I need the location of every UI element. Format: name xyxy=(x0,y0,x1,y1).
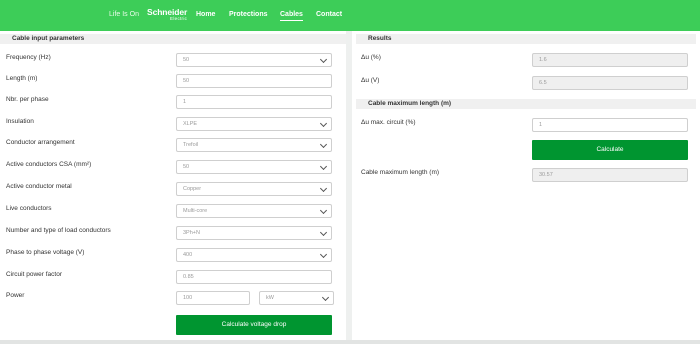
power-factor-label: Circuit power factor xyxy=(6,271,62,278)
nav-contact[interactable]: Contact xyxy=(316,11,342,18)
du-volts-output: 6.5 xyxy=(532,76,688,90)
frequency-value: 50 xyxy=(183,57,190,63)
du-percent-output: 1.6 xyxy=(532,53,688,67)
power-value: 100 xyxy=(183,295,193,301)
frequency-select[interactable]: 50 xyxy=(176,53,332,67)
conductor-arrangement-label: Conductor arrangement xyxy=(6,139,75,146)
chevron-down-icon xyxy=(319,55,328,64)
calculate-button[interactable]: Calculate xyxy=(532,140,688,160)
max-length-heading: Cable maximum length (m) xyxy=(356,99,696,109)
du-max-value: 1 xyxy=(539,122,543,128)
page-bottom-strip xyxy=(0,340,700,344)
schneider-logo[interactable]: Schneider Electric xyxy=(147,8,187,21)
frequency-label: Frequency (Hz) xyxy=(6,54,51,61)
power-factor-value: 0.85 xyxy=(183,274,194,280)
chevron-down-icon xyxy=(321,293,330,302)
power-factor-input[interactable]: 0.85 xyxy=(176,270,332,284)
du-max-label: Δu max. circuit (%) xyxy=(361,119,416,126)
csa-select[interactable]: 50 xyxy=(176,160,332,174)
insulation-value: XLPE xyxy=(183,121,198,127)
top-navigation-bar: Life Is On Schneider Electric Home Prote… xyxy=(0,0,700,31)
cable-max-length-label: Cable maximum length (m) xyxy=(361,169,440,176)
nav-home[interactable]: Home xyxy=(196,11,215,18)
nav-protections[interactable]: Protections xyxy=(229,11,268,18)
cable-input-panel: Cable input parameters Frequency (Hz) 50… xyxy=(0,31,346,340)
du-volts-value: 6.5 xyxy=(539,80,547,86)
power-label: Power xyxy=(6,292,25,299)
chevron-down-icon xyxy=(319,206,328,215)
logo-subtext: Electric xyxy=(170,15,188,21)
nbr-per-phase-label: Nbr. per phase xyxy=(6,96,49,103)
live-conductors-value: Multi-core xyxy=(183,208,208,214)
insulation-select[interactable]: XLPE xyxy=(176,117,332,131)
length-value: 50 xyxy=(183,78,190,84)
voltage-value: 400 xyxy=(183,252,193,258)
insulation-label: Insulation xyxy=(6,118,34,125)
length-input[interactable]: 50 xyxy=(176,74,332,88)
conductor-metal-label: Active conductor metal xyxy=(6,183,72,190)
du-percent-label: Δu (%) xyxy=(361,54,381,61)
live-conductors-select[interactable]: Multi-core xyxy=(176,204,332,218)
live-conductors-label: Live conductors xyxy=(6,205,52,212)
load-conductors-select[interactable]: 3Ph+N xyxy=(176,226,332,240)
nbr-per-phase-input[interactable]: 1 xyxy=(176,95,332,109)
chevron-down-icon xyxy=(319,228,328,237)
conductor-metal-value: Copper xyxy=(183,186,202,192)
csa-value: 50 xyxy=(183,164,190,170)
voltage-select[interactable]: 400 xyxy=(176,248,332,262)
calculate-voltage-drop-button[interactable]: Calculate voltage drop xyxy=(176,315,332,335)
power-unit-value: kW xyxy=(266,295,274,301)
length-label: Length (m) xyxy=(6,75,38,82)
conductor-arrangement-select[interactable]: Trefoil xyxy=(176,138,332,152)
cable-max-length-output: 30.57 xyxy=(532,168,688,182)
voltage-label: Phase to phase voltage (V) xyxy=(6,249,85,256)
du-max-input[interactable]: 1 xyxy=(532,118,688,132)
power-unit-select[interactable]: kW xyxy=(259,291,334,305)
results-panel: Results Δu (%) 1.6 Δu (V) 6.5 Cable maxi… xyxy=(352,31,700,340)
cable-input-heading: Cable input parameters xyxy=(0,34,346,44)
load-conductors-value: 3Ph+N xyxy=(183,230,200,236)
cable-max-length-value: 30.57 xyxy=(539,172,553,178)
chevron-down-icon xyxy=(319,184,328,193)
csa-label: Active conductors CSA (mm²) xyxy=(6,161,92,168)
chevron-down-icon xyxy=(319,140,328,149)
du-percent-value: 1.6 xyxy=(539,57,547,63)
chevron-down-icon xyxy=(319,250,328,259)
chevron-down-icon xyxy=(319,162,328,171)
brand-tagline: Life Is On xyxy=(109,11,139,18)
load-conductors-label: Number and type of load conductors xyxy=(6,227,111,234)
conductor-metal-select[interactable]: Copper xyxy=(176,182,332,196)
results-heading: Results xyxy=(356,34,696,44)
nbr-per-phase-value: 1 xyxy=(183,99,187,105)
nav-cables[interactable]: Cables xyxy=(280,11,303,21)
du-volts-label: Δu (V) xyxy=(361,77,380,84)
chevron-down-icon xyxy=(319,119,328,128)
power-input[interactable]: 100 xyxy=(176,291,250,305)
conductor-arrangement-value: Trefoil xyxy=(183,142,199,148)
